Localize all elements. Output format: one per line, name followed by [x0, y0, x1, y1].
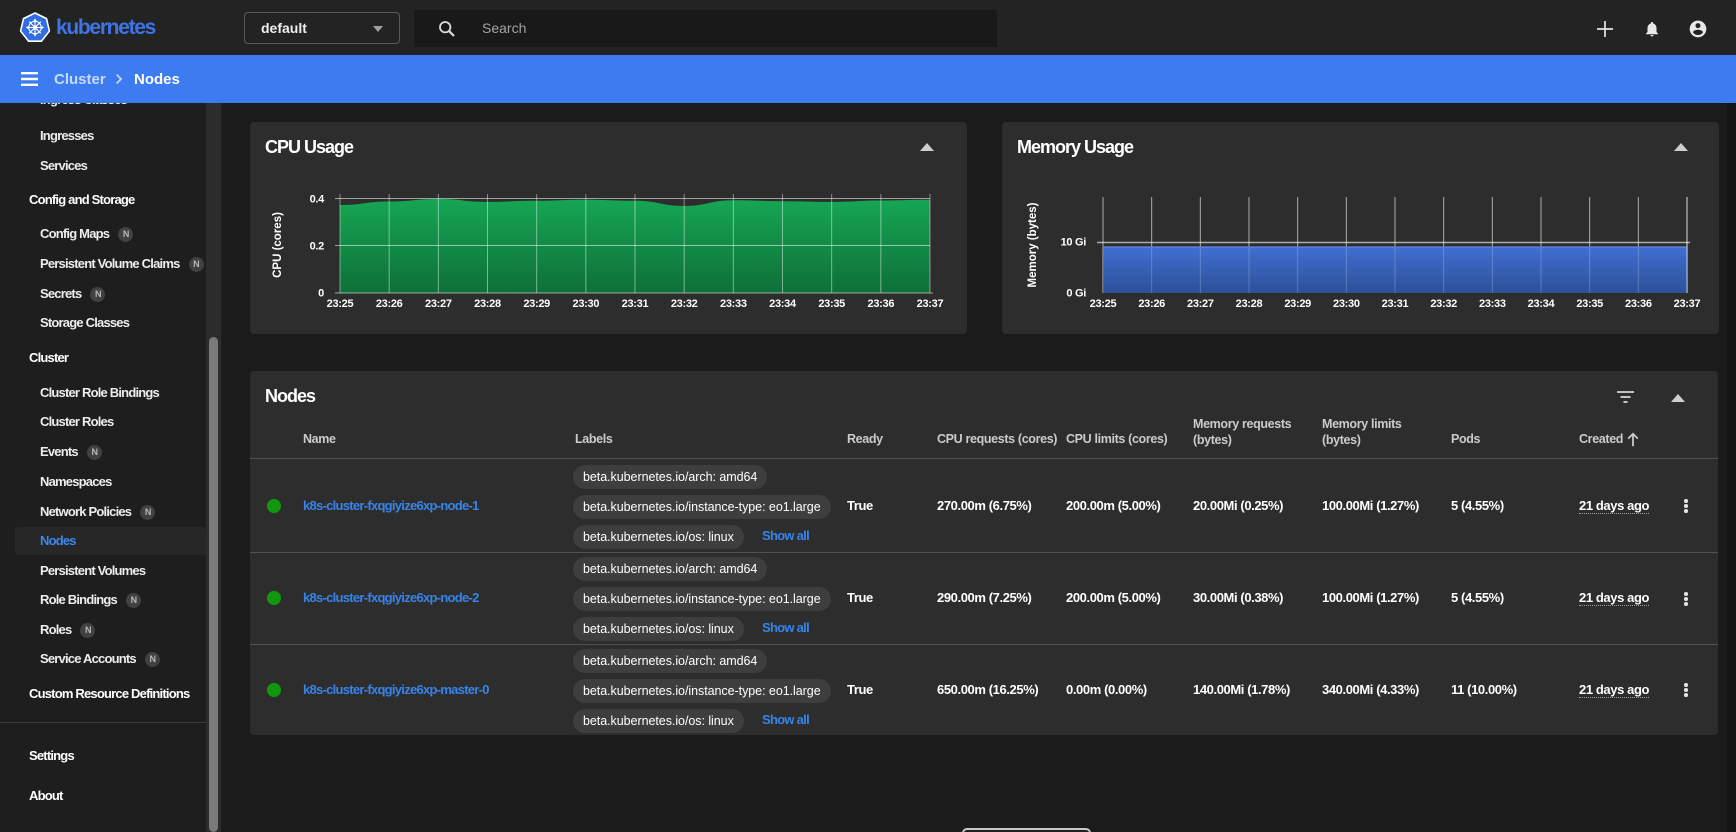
svg-text:0.2: 0.2 — [310, 241, 325, 253]
svg-text:23:32: 23:32 — [1430, 298, 1457, 310]
svg-text:23:37: 23:37 — [917, 298, 944, 310]
svg-text:23:30: 23:30 — [1333, 298, 1360, 310]
svg-text:23:36: 23:36 — [868, 298, 895, 310]
svg-text:23:26: 23:26 — [1138, 298, 1165, 310]
svg-text:23:34: 23:34 — [1528, 298, 1556, 310]
svg-text:23:33: 23:33 — [720, 298, 747, 310]
svg-text:23:25: 23:25 — [1090, 298, 1117, 310]
svg-text:23:28: 23:28 — [1236, 298, 1263, 310]
svg-text:0: 0 — [318, 288, 324, 300]
svg-text:23:29: 23:29 — [1284, 298, 1311, 310]
svg-text:23:26: 23:26 — [376, 298, 403, 310]
svg-text:CPU (cores): CPU (cores) — [272, 212, 284, 278]
svg-text:0 Gi: 0 Gi — [1066, 288, 1086, 300]
svg-text:23:33: 23:33 — [1479, 298, 1506, 310]
svg-text:23:37: 23:37 — [1674, 298, 1701, 310]
svg-text:23:27: 23:27 — [1187, 298, 1214, 310]
svg-text:23:30: 23:30 — [573, 298, 600, 310]
svg-text:23:34: 23:34 — [769, 298, 797, 310]
svg-text:23:31: 23:31 — [622, 298, 649, 310]
svg-text:23:25: 23:25 — [327, 298, 354, 310]
svg-text:Memory (bytes): Memory (bytes) — [1027, 202, 1039, 287]
svg-text:10 Gi: 10 Gi — [1061, 237, 1087, 249]
svg-text:23:35: 23:35 — [818, 298, 845, 310]
svg-text:23:27: 23:27 — [425, 298, 452, 310]
svg-text:23:36: 23:36 — [1625, 298, 1652, 310]
svg-text:0.4: 0.4 — [310, 194, 326, 206]
svg-text:23:31: 23:31 — [1382, 298, 1409, 310]
svg-text:23:28: 23:28 — [474, 298, 501, 310]
svg-text:23:32: 23:32 — [671, 298, 698, 310]
svg-text:23:35: 23:35 — [1576, 298, 1603, 310]
svg-text:23:29: 23:29 — [523, 298, 550, 310]
